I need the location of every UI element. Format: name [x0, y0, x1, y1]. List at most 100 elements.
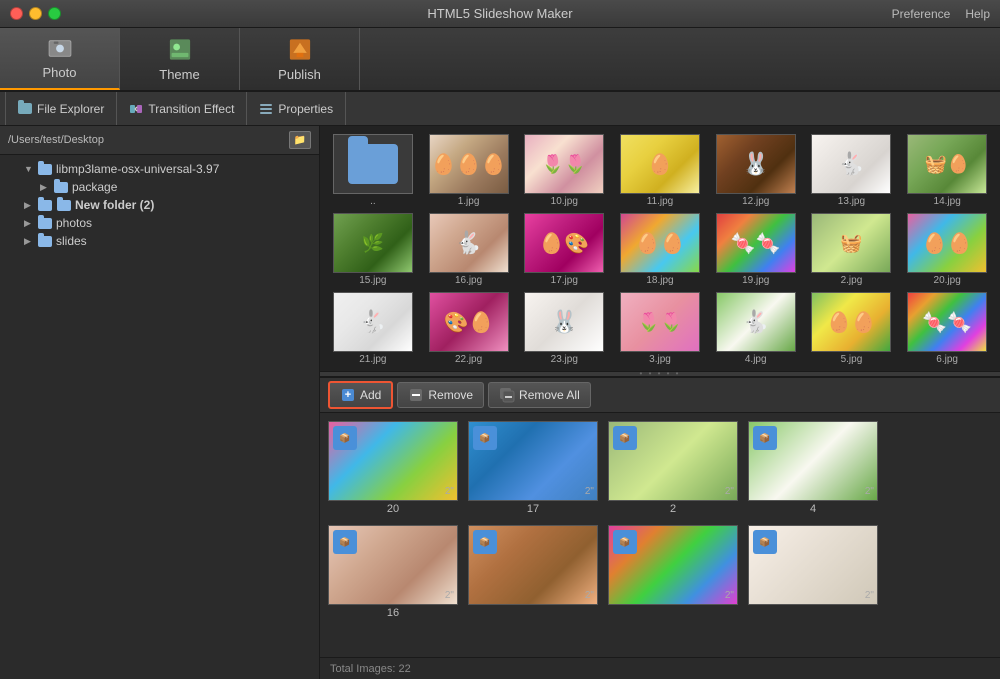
- slide-duration: 2": [585, 486, 594, 497]
- photo-item-17jpg[interactable]: 🥚🎨 17.jpg: [519, 213, 609, 286]
- tab-theme-label: Theme: [159, 67, 199, 82]
- remove-label: Remove: [428, 388, 473, 402]
- publish-icon: [286, 36, 314, 63]
- tab-photo[interactable]: Photo: [0, 28, 120, 90]
- tab-publish[interactable]: Publish: [240, 28, 360, 90]
- slide-thumb-16: 📦 2": [328, 525, 458, 605]
- help-link[interactable]: Help: [965, 7, 990, 21]
- photo-label: 10.jpg: [551, 196, 578, 207]
- photo-item-13jpg[interactable]: 🐇 13.jpg: [807, 134, 897, 207]
- sub-tab-properties-label: Properties: [278, 102, 333, 116]
- slide-item-row2-2[interactable]: 📦 2": [608, 525, 738, 619]
- svg-text:📦: 📦: [339, 536, 350, 547]
- photo-grid-scroll[interactable]: .. 🥚🥚🥚 1.jpg 🌷🌷 10.jpg: [320, 126, 1000, 371]
- photo-item-19jpg[interactable]: 🍬🍬 19.jpg: [711, 213, 801, 286]
- slide-duration: 2": [865, 590, 874, 601]
- photo-item-18jpg[interactable]: 🥚🥚 18.jpg: [615, 213, 705, 286]
- tree-item-slides[interactable]: ▶ slides: [0, 232, 319, 250]
- tree-expand-arrow: ▶: [24, 200, 34, 211]
- photo-item-20jpg[interactable]: 🥚🥚 20.jpg: [902, 213, 992, 286]
- slide-icon: 📦: [613, 426, 637, 450]
- sub-tab-properties[interactable]: Properties: [247, 92, 346, 125]
- photo-item-6jpg[interactable]: 🍬🍬 6.jpg: [902, 292, 992, 365]
- folder-icon: [38, 236, 52, 247]
- photo-label: 14.jpg: [934, 196, 961, 207]
- photo-item-10jpg[interactable]: 🌷🌷 10.jpg: [519, 134, 609, 207]
- photo-label: 6.jpg: [936, 354, 958, 365]
- photo-item-14jpg[interactable]: 🧺🥚 14.jpg: [902, 134, 992, 207]
- path-bar: /Users/test/Desktop 📁: [0, 126, 319, 155]
- photo-thumb-19jpg: 🍬🍬: [716, 213, 796, 273]
- slide-thumb-row2-2: 📦 2": [608, 525, 738, 605]
- photo-item-23jpg[interactable]: 🐰 23.jpg: [519, 292, 609, 365]
- photo-item-22jpg[interactable]: 🎨🥚 22.jpg: [424, 292, 514, 365]
- photo-thumb-11jpg: 🥚: [620, 134, 700, 194]
- photo-label: 1.jpg: [458, 196, 480, 207]
- slide-item-16[interactable]: 📦 2" 16: [328, 525, 458, 619]
- tree-container: ▼ libmp3lame-osx-universal-3.97 ▶ packag…: [0, 155, 319, 679]
- photo-item-12jpg[interactable]: 🐰 12.jpg: [711, 134, 801, 207]
- photo-item-parent[interactable]: ..: [328, 134, 418, 207]
- tab-photo-label: Photo: [43, 65, 77, 80]
- svg-text:📦: 📦: [759, 536, 770, 547]
- slide-item-2[interactable]: 📦 2" 2: [608, 421, 738, 515]
- photo-thumb-6jpg: 🍬🍬: [907, 292, 987, 352]
- tree-item-libmp3[interactable]: ▼ libmp3lame-osx-universal-3.97: [0, 160, 319, 178]
- title-bar-actions: Preference Help: [892, 7, 990, 21]
- slide-icon: 📦: [753, 530, 777, 554]
- photo-thumb-20jpg: 🥚🥚: [907, 213, 987, 273]
- slide-thumb-row2-1: 📦 2": [468, 525, 598, 605]
- svg-text:📦: 📦: [759, 432, 770, 443]
- folder-icon: [38, 164, 52, 175]
- photo-item-2jpg[interactable]: 🧺 2.jpg: [807, 213, 897, 286]
- tree-item-label: package: [72, 180, 117, 194]
- minimize-button[interactable]: [29, 7, 42, 20]
- photo-item-5jpg[interactable]: 🥚🥚 5.jpg: [807, 292, 897, 365]
- remove-button[interactable]: Remove: [397, 382, 484, 408]
- photo-item-11jpg[interactable]: 🥚 11.jpg: [615, 134, 705, 207]
- slides-scroll[interactable]: 📦 2" 20 📦 2": [320, 413, 1000, 658]
- properties-icon: [259, 102, 273, 116]
- photo-label: 2.jpg: [841, 275, 863, 286]
- sub-tab-transition[interactable]: Transition Effect: [117, 92, 247, 125]
- tree-item-new-folder[interactable]: ▶ New folder (2): [0, 196, 319, 214]
- photo-label: 22.jpg: [455, 354, 482, 365]
- slide-item-4[interactable]: 📦 2" 4: [748, 421, 878, 515]
- photo-icon: [46, 36, 74, 61]
- browse-folder-button[interactable]: 📁: [289, 131, 311, 149]
- file-explorer-icon: [18, 103, 32, 114]
- slide-duration: 2": [865, 486, 874, 497]
- sub-tab-file-explorer-label: File Explorer: [37, 102, 104, 116]
- tab-publish-label: Publish: [278, 67, 321, 82]
- slide-item-20[interactable]: 📦 2" 20: [328, 421, 458, 515]
- maximize-button[interactable]: [48, 7, 61, 20]
- slide-item-row2-3[interactable]: 📦 2": [748, 525, 878, 619]
- photo-item-1jpg[interactable]: 🥚🥚🥚 1.jpg: [424, 134, 514, 207]
- slide-item-row2-1[interactable]: 📦 2": [468, 525, 598, 619]
- photo-label: 3.jpg: [649, 354, 671, 365]
- sub-tab-file-explorer[interactable]: File Explorer: [5, 92, 117, 125]
- photo-label: 18.jpg: [646, 275, 673, 286]
- photo-label: 13.jpg: [838, 196, 865, 207]
- photo-label: 23.jpg: [551, 354, 578, 365]
- slide-duration: 2": [725, 590, 734, 601]
- folder-icon-2: [57, 200, 71, 211]
- close-button[interactable]: [10, 7, 23, 20]
- slide-item-17[interactable]: 📦 2" 17: [468, 421, 598, 515]
- photo-item-4jpg[interactable]: 🐇 4.jpg: [711, 292, 801, 365]
- photo-grid-panel: .. 🥚🥚🥚 1.jpg 🌷🌷 10.jpg: [320, 126, 1000, 371]
- photo-item-3jpg[interactable]: 🌷🌷 3.jpg: [615, 292, 705, 365]
- slide-thumb-20: 📦 2": [328, 421, 458, 501]
- add-button[interactable]: + Add: [328, 381, 393, 409]
- photo-thumb-5jpg: 🥚🥚: [811, 292, 891, 352]
- main-content: /Users/test/Desktop 📁 ▼ libmp3lame-osx-u…: [0, 126, 1000, 679]
- preference-link[interactable]: Preference: [892, 7, 951, 21]
- photo-item-16jpg[interactable]: 🐇 16.jpg: [424, 213, 514, 286]
- tab-theme[interactable]: Theme: [120, 28, 240, 90]
- photo-item-15jpg[interactable]: 🌿 15.jpg: [328, 213, 418, 286]
- tree-item-package[interactable]: ▶ package: [0, 178, 319, 196]
- photo-item-21jpg[interactable]: 🐇 21.jpg: [328, 292, 418, 365]
- photo-thumb-16jpg: 🐇: [429, 213, 509, 273]
- tree-item-photos[interactable]: ▶ photos: [0, 214, 319, 232]
- remove-all-button[interactable]: Remove All: [488, 382, 591, 408]
